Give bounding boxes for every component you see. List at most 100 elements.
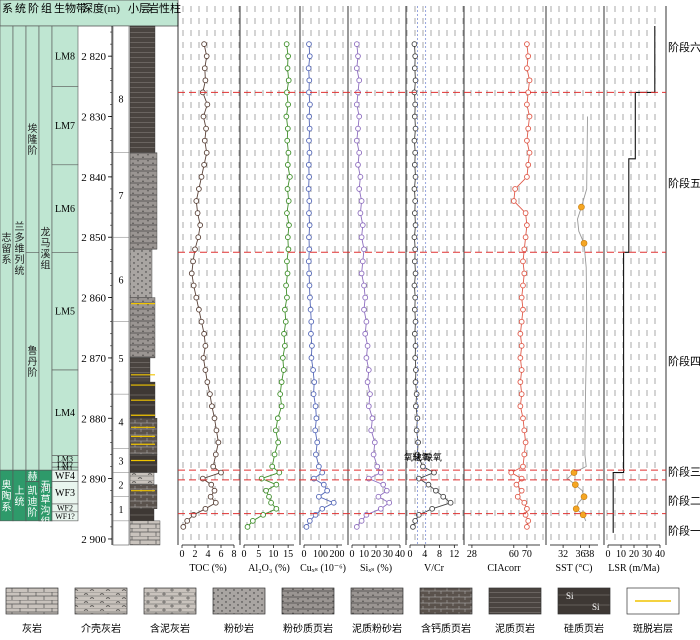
depth-tick-label: 2 850 [81, 232, 106, 244]
data-point [524, 505, 530, 512]
lithology-segment [129, 297, 156, 359]
data-point [518, 391, 525, 397]
data-point [355, 161, 361, 168]
data-point [306, 125, 313, 132]
depth-tick-label: 2 830 [81, 112, 106, 124]
strat-system-label: 系 [2, 502, 12, 514]
data-point [513, 481, 520, 488]
depth-tick-label: 2 820 [81, 51, 106, 63]
data-point [282, 342, 288, 349]
data-point [362, 330, 369, 337]
data-point [285, 53, 291, 60]
data-point [361, 246, 367, 253]
strat-stage-label: 凯 [28, 484, 38, 497]
legend-swatch-mud-shale [488, 587, 542, 615]
data-point [306, 282, 313, 289]
series-line [566, 116, 588, 522]
strat-stage-label: 阶 [28, 506, 38, 519]
data-point [525, 89, 532, 96]
header-formation: 组 [41, 1, 52, 15]
data-point [383, 487, 390, 494]
panel-x-tick-label: 20 [629, 549, 639, 560]
legend-swatch-limestone [5, 587, 59, 615]
strat-series-label: 兰 [15, 220, 25, 233]
panel-x-tick-label: 70 [522, 549, 532, 560]
strat-system-label: 系 [2, 254, 12, 266]
layer-label: 8 [119, 94, 124, 105]
data-point [306, 113, 312, 120]
biozone-label: LM8 [55, 52, 75, 63]
layer-label: 4 [119, 417, 124, 428]
legend-swatch-argillaceous-limestone [143, 587, 197, 615]
data-point [180, 524, 187, 530]
data-point [520, 306, 526, 313]
legend-label: 斑脱岩层 [633, 622, 673, 635]
data-point [361, 306, 367, 313]
data-point [580, 493, 588, 501]
data-point [368, 427, 375, 434]
data-point [198, 318, 205, 325]
panel-x-tick-label: 6 [219, 549, 224, 560]
data-point [201, 330, 207, 337]
data-point [209, 403, 215, 410]
data-point [374, 463, 381, 470]
data-point [525, 161, 532, 168]
lithology-segment [129, 508, 155, 522]
data-point [282, 318, 289, 325]
data-point [310, 367, 316, 373]
data-point [365, 403, 372, 410]
legend-symbol: Si [592, 602, 600, 612]
data-point [411, 65, 418, 72]
data-point [580, 239, 588, 247]
data-point [283, 113, 290, 120]
data-point [508, 469, 515, 476]
strat-series-label: 多 [15, 231, 25, 244]
data-point [306, 77, 313, 84]
strat-series-label: 统 [15, 264, 25, 277]
data-point [413, 391, 420, 397]
data-point [203, 53, 210, 60]
biozone-label: LM6 [55, 204, 75, 215]
data-point [278, 403, 285, 410]
data-point [412, 149, 419, 156]
data-point [358, 270, 365, 277]
strat-series-label: 列 [15, 253, 25, 266]
panel-axis-title: Al₂O₃ (%) [248, 563, 290, 574]
data-point [274, 415, 281, 422]
data-point [284, 65, 291, 72]
data-point [278, 379, 285, 385]
data-point [524, 222, 530, 229]
panel-axis-title: V/Cr [424, 563, 445, 574]
panel-x-tick-label: 10 [359, 549, 369, 560]
lithology-segment [129, 25, 156, 153]
data-point [306, 174, 312, 180]
data-point [193, 198, 200, 204]
data-point [306, 41, 312, 47]
biozone-label: WF4 [55, 471, 75, 482]
layer-label: 6 [119, 275, 124, 286]
panel-x-tick-label: 100 [313, 549, 328, 560]
data-point [375, 493, 382, 500]
data-point [579, 511, 587, 519]
lithology-segment [129, 249, 153, 298]
data-point [307, 294, 313, 301]
data-point [386, 499, 393, 506]
column-header-row: 系 统 阶 组 生物带 深度(m) 小层 岩性柱 [0, 0, 181, 27]
data-point [203, 149, 210, 156]
data-point [307, 306, 314, 313]
data-point [525, 53, 532, 60]
data-point [306, 198, 313, 204]
data-point [411, 258, 418, 265]
data-point [184, 518, 191, 524]
data-point [412, 294, 419, 301]
data-point [210, 463, 217, 470]
header-lithology: 岩性柱 [148, 1, 181, 15]
data-point [524, 101, 530, 108]
data-point [284, 294, 290, 301]
data-point [319, 505, 326, 512]
data-point [425, 481, 432, 488]
data-point [412, 198, 419, 204]
data-point [196, 186, 202, 192]
data-point [190, 258, 196, 265]
panel-x-tick-label: 0 [242, 549, 247, 560]
